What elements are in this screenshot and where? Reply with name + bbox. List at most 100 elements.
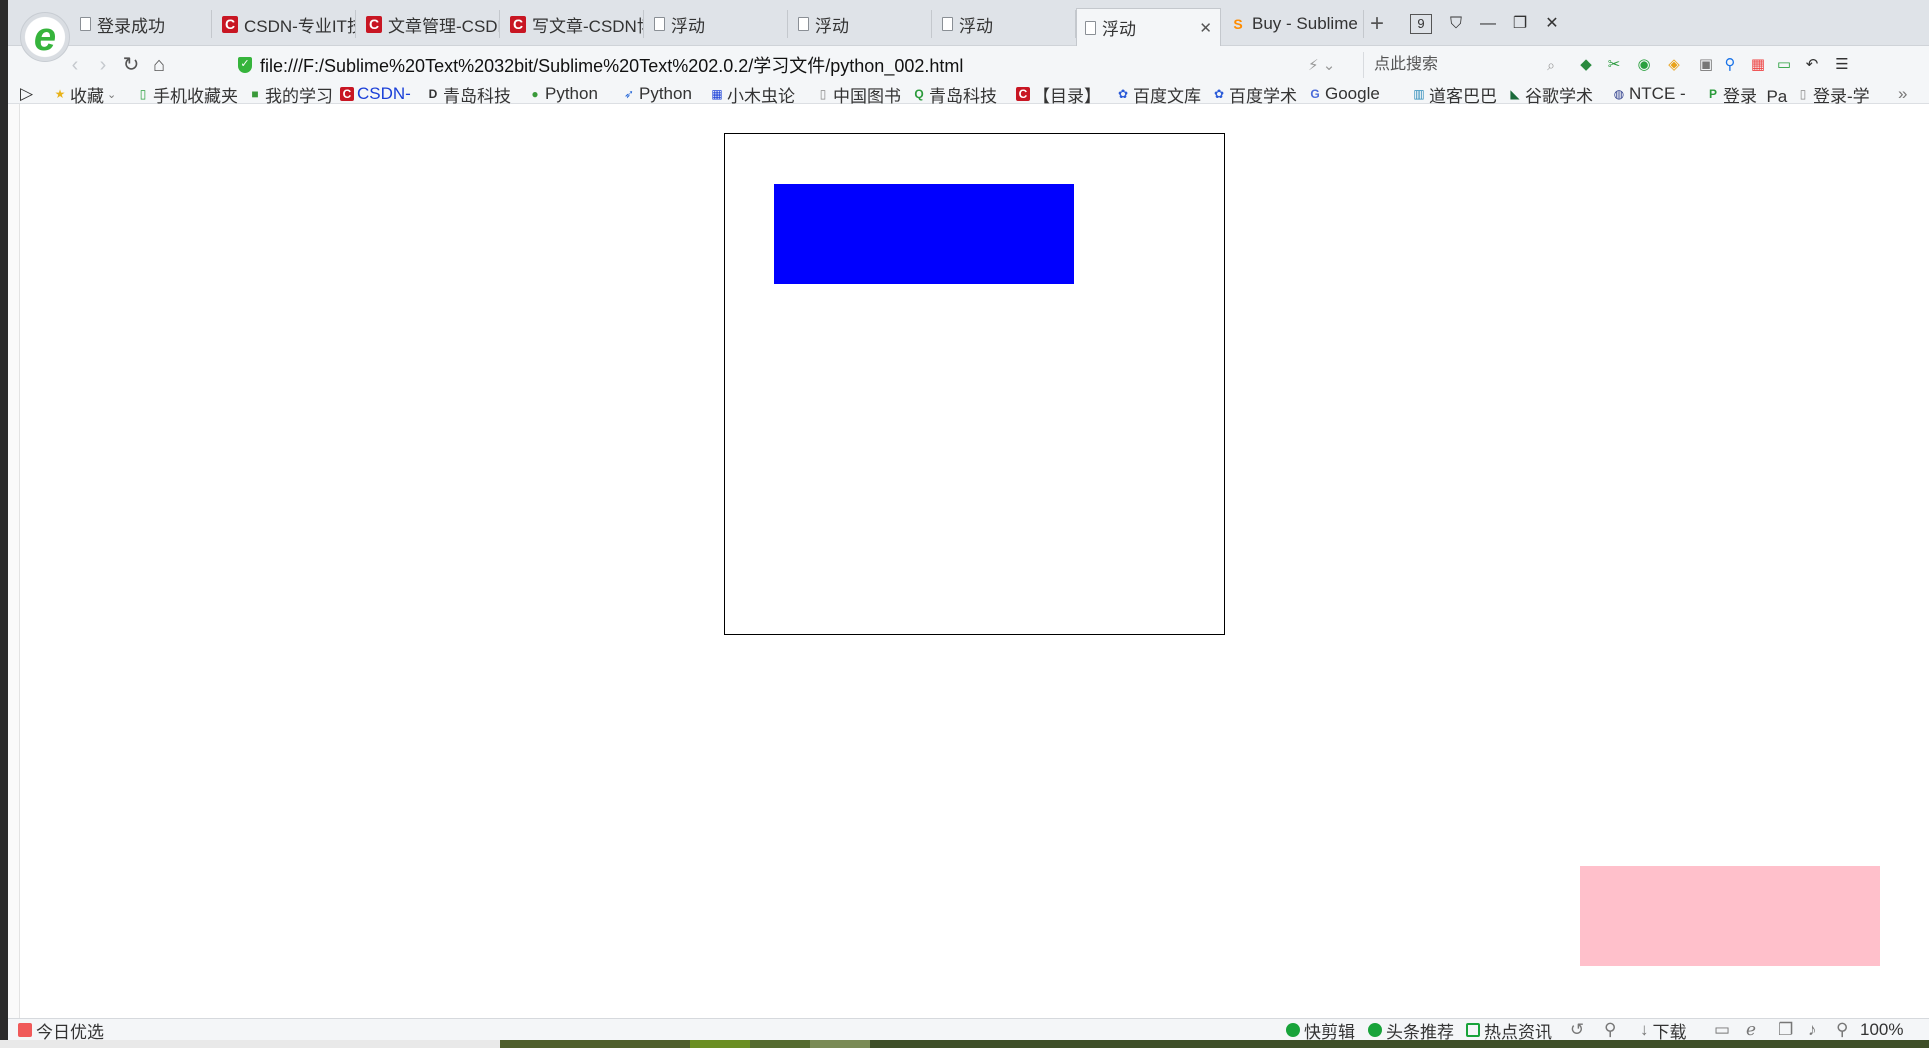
bookmark-label: Python	[545, 84, 598, 103]
doc-icon: ▯	[819, 87, 827, 101]
apps-grid-icon[interactable]: ▦	[1748, 55, 1768, 75]
headline-label: 头条推荐	[1386, 1022, 1454, 1042]
csdn-icon: C	[510, 15, 526, 33]
tab-title: 写文章-CSDN博	[532, 16, 644, 36]
bookmark-item[interactable]: ■ 我的学习	[248, 84, 338, 105]
tab-4[interactable]: 浮动	[646, 10, 788, 38]
hot-news-button[interactable]: 热点资讯	[1466, 1020, 1552, 1042]
bookmark-item[interactable]: ▦ 小木虫论	[710, 84, 804, 105]
search-box[interactable]: 点此搜索 ⌕	[1363, 52, 1563, 78]
bookmark-item[interactable]: ● Python	[528, 84, 612, 104]
bookmark-label: 百度文库	[1133, 86, 1201, 105]
browser-logo-icon[interactable]: e	[20, 12, 70, 62]
bookmark-item[interactable]: ▯ 登录-学	[1796, 84, 1876, 105]
navigation-bar: ‹ › ↻ ⌂ ✓ file:///F:/Sublime%20Text%2032…	[8, 46, 1929, 84]
play-icon	[1286, 1023, 1300, 1037]
download-button[interactable]: ↓ 下载	[1640, 1020, 1687, 1042]
play-icon	[1368, 1023, 1382, 1037]
ntce-icon: ◍	[1613, 87, 1625, 101]
image-icon[interactable]: ▣	[1696, 55, 1716, 75]
bookmark-label: CSDN-	[357, 84, 411, 103]
restore-button[interactable]: ❐	[1502, 10, 1538, 38]
tab-6[interactable]: 浮动	[934, 10, 1076, 38]
tab-count-badge[interactable]: 9	[1410, 14, 1432, 34]
search-icon[interactable]: ⌕	[1547, 52, 1555, 78]
sidebar-toggle-icon[interactable]: ▷	[20, 84, 44, 104]
bookmark-item[interactable]: ◍ NTCE -	[1612, 84, 1692, 104]
tab-3[interactable]: C 写文章-CSDN博	[502, 10, 644, 38]
tab-bar: 登录成功 C CSDN-专业IT技 C 文章管理-CSDN C 写文章-CSDN…	[8, 0, 1929, 46]
bookmark-label: Python	[639, 84, 692, 103]
translate-icon[interactable]: ◉	[1634, 55, 1654, 75]
bookmark-item[interactable]: G Google	[1308, 84, 1396, 104]
bookmark-item[interactable]: ▯ 中国图书	[816, 84, 910, 105]
pin-icon[interactable]: ⚲	[1604, 1020, 1616, 1040]
rocket-icon: ➶	[623, 87, 635, 101]
ie-mode-icon[interactable]: ℯ	[1746, 1020, 1756, 1040]
tab-2[interactable]: C 文章管理-CSDN	[358, 10, 500, 38]
refresh-status-icon[interactable]: ↺	[1570, 1020, 1584, 1040]
bookmark-item[interactable]: ▥ 道客巴巴	[1412, 84, 1502, 105]
bookmark-item[interactable]: ✿ 百度文库	[1116, 84, 1208, 105]
download-icon: ↓	[1640, 1020, 1649, 1039]
battery-icon[interactable]: ▭	[1774, 55, 1794, 75]
python-icon: ●	[531, 87, 539, 101]
coupon-icon[interactable]: ◈	[1664, 55, 1684, 75]
quick-clip-button[interactable]: 快剪辑	[1286, 1020, 1355, 1042]
zoom-level[interactable]: 100%	[1860, 1020, 1903, 1040]
magnifier-icon[interactable]: ⚲	[1720, 55, 1740, 75]
baidu-icon: ✿	[1117, 87, 1129, 101]
home-button[interactable]: ⌂	[146, 53, 172, 77]
tab-7-active[interactable]: 浮动 ✕	[1076, 8, 1221, 46]
pink-float-box	[1580, 866, 1880, 966]
bookmark-item[interactable]: D 青岛科技	[426, 84, 516, 105]
new-tab-button[interactable]: +	[1370, 10, 1384, 38]
close-window-button[interactable]: ✕	[1534, 10, 1570, 38]
desktop-taskbar-strip	[0, 1040, 1929, 1048]
screenshot-scissors-icon[interactable]: ✂	[1604, 55, 1624, 75]
minimize-button[interactable]: —	[1470, 10, 1506, 38]
tab-1[interactable]: C CSDN-专业IT技	[214, 10, 356, 38]
copy-icon[interactable]: ❐	[1778, 1020, 1793, 1040]
bookmark-favorites[interactable]: ★ 收藏 ⌄	[53, 84, 133, 105]
extension-bookmark-icon[interactable]: ◆	[1576, 55, 1596, 75]
sound-icon[interactable]: ♪	[1808, 1020, 1817, 1040]
bookmark-item[interactable]: ◣ 谷歌学术	[1508, 84, 1598, 105]
bookmark-label: 收藏	[70, 86, 104, 105]
undo-icon[interactable]: ↶	[1802, 55, 1822, 75]
address-bar[interactable]: ✓ file:///F:/Sublime%20Text%2032bit/Subl…	[238, 50, 1358, 80]
bookmark-label: 手机收藏夹	[153, 86, 238, 105]
refresh-button[interactable]: ↻	[118, 53, 144, 77]
bookmark-item[interactable]: ▯ 手机收藏夹	[136, 84, 246, 105]
doc-icon: ▯	[1799, 87, 1807, 101]
tab-0[interactable]: 登录成功	[72, 10, 212, 38]
bookmarks-bar: ▷ ★ 收藏 ⌄ ▯ 手机收藏夹 ■ 我的学习 C CSDN- D 青岛科技 ●…	[8, 84, 1929, 104]
bookmark-item[interactable]: C 【目录】	[1016, 84, 1106, 104]
bookmark-item[interactable]: ➶ Python	[622, 84, 706, 104]
window-icon[interactable]: ▭	[1714, 1020, 1730, 1040]
today-picks-button[interactable]: 今日优选	[18, 1020, 104, 1042]
menu-icon[interactable]: ☰	[1832, 55, 1852, 75]
speed-mode-icon[interactable]: ⚡ ⌄	[1308, 56, 1335, 74]
zoom-icon[interactable]: ⚲	[1836, 1020, 1848, 1040]
forward-button[interactable]: ›	[90, 53, 116, 77]
bookmark-item[interactable]: ✿ 百度学术	[1212, 84, 1304, 105]
tab-8[interactable]: S Buy - Sublime	[1222, 10, 1364, 38]
bookmark-item[interactable]: P 登录_Pa	[1706, 84, 1788, 105]
tab-title: 浮动	[671, 16, 705, 36]
more-bookmarks-icon[interactable]: »	[1898, 84, 1918, 104]
skin-icon[interactable]: ⛉	[1438, 10, 1474, 38]
tab-5[interactable]: 浮动	[790, 10, 932, 38]
bookmark-item[interactable]: Q 青岛科技	[912, 84, 1006, 105]
close-tab-icon[interactable]: ✕	[1199, 19, 1212, 37]
headline-button[interactable]: 头条推荐	[1368, 1020, 1454, 1042]
q-icon: Q	[914, 87, 924, 101]
sidebar-gutter	[8, 103, 20, 1018]
page-icon	[654, 17, 665, 31]
tab-title: Buy - Sublime	[1252, 14, 1358, 33]
bookmark-item[interactable]: C CSDN-	[340, 84, 418, 104]
doc88-icon: ▥	[1413, 87, 1425, 101]
page-icon	[798, 17, 809, 31]
bookmark-label: 【目录】	[1033, 86, 1101, 105]
search-placeholder: 点此搜索	[1374, 56, 1439, 73]
